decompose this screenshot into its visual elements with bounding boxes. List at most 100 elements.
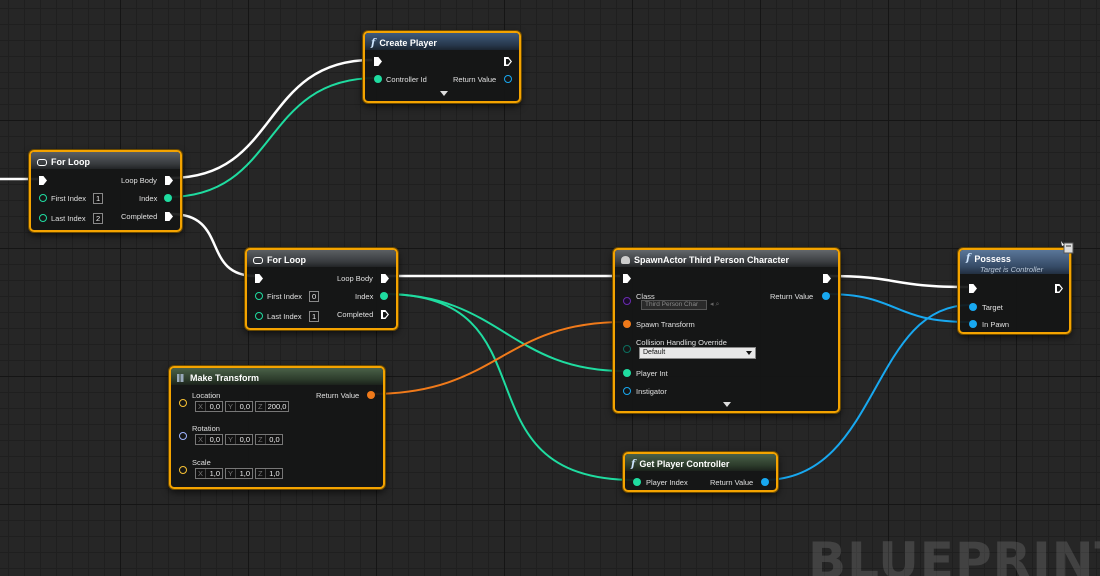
target-label: Target	[982, 303, 1003, 312]
make-transform-header[interactable]: Make Transform	[171, 368, 383, 385]
scale-y-field[interactable]: Y 1,0	[225, 468, 254, 479]
expand-arrow-icon[interactable]	[440, 91, 448, 96]
macro-loop-icon	[37, 158, 47, 166]
exec-wire-completed-to-forloop2	[170, 212, 257, 278]
possess-header[interactable]: f Possess Target is Controller	[960, 250, 1069, 274]
return-value-pin[interactable]	[761, 478, 769, 486]
create-player-header[interactable]: f Create Player	[365, 33, 519, 50]
location-vector[interactable]: X 0,0 Y 0,0 Z 200,0	[195, 401, 290, 412]
collision-pin[interactable]	[623, 345, 631, 353]
location-y-field[interactable]: Y 0,0	[225, 401, 254, 412]
last-index-pin[interactable]	[255, 312, 263, 320]
scale-z-field[interactable]: Z 1,0	[255, 468, 283, 479]
target-pin[interactable]	[969, 303, 977, 311]
scale-pin[interactable]	[179, 466, 187, 474]
completed-label: Completed	[337, 310, 374, 319]
last-index-pin[interactable]	[39, 214, 47, 222]
player-int-pin[interactable]	[623, 369, 631, 377]
possess-node[interactable]: f Possess Target is Controller Target In…	[958, 248, 1071, 334]
collision-label: Collision Handling Override	[636, 338, 727, 347]
axis-z-label: Z	[256, 435, 266, 444]
exec-in-pin[interactable]	[255, 274, 263, 283]
get-player-controller-header[interactable]: f Get Player Controller	[625, 454, 776, 471]
for-loop-header[interactable]: For Loop	[31, 152, 180, 169]
index-pin[interactable]	[380, 292, 388, 300]
for-loop-node-2[interactable]: For Loop Loop Body First Index 0 Index L…	[245, 248, 398, 330]
completed-label: Completed	[121, 212, 158, 221]
first-index-pin[interactable]	[255, 292, 263, 300]
scale-vector[interactable]: X 1,0 Y 1,0 Z 1,0	[195, 468, 283, 479]
return-value-pin[interactable]	[822, 292, 830, 300]
collision-value: Default	[643, 349, 666, 356]
return-value-label: Return Value	[316, 391, 360, 400]
instigator-pin[interactable]	[623, 387, 631, 395]
rotation-z-value: 0,0	[269, 435, 280, 444]
location-pin[interactable]	[179, 399, 187, 407]
controller-id-label: Controller Id	[386, 75, 427, 84]
blueprint-watermark: BLUEPRINT	[808, 532, 1100, 576]
rotation-x-value: 0,0	[209, 435, 221, 444]
make-transform-node[interactable]: Make Transform Location X 0,0 Y 0,0 Z 200,0…	[169, 366, 385, 489]
rotation-label: Rotation	[192, 424, 220, 433]
spawn-actor-header[interactable]: SpawnActor Third Person Character	[615, 250, 838, 267]
exec-wire-spawn-to-possess	[827, 274, 969, 289]
rotation-x-field[interactable]: X 0,0	[195, 434, 224, 445]
in-pawn-pin[interactable]	[969, 320, 977, 328]
for-loop-node-1[interactable]: For Loop Loop Body First Index 1 Index L…	[29, 150, 182, 232]
completed-pin[interactable]	[381, 310, 389, 319]
for-loop-header[interactable]: For Loop	[247, 250, 396, 267]
rotation-y-field[interactable]: Y 0,0	[225, 434, 254, 445]
first-index-pin[interactable]	[39, 194, 47, 202]
exec-in-pin[interactable]	[39, 176, 47, 185]
return-value-pin[interactable]	[504, 75, 512, 83]
class-pin[interactable]	[623, 297, 631, 305]
exec-wire-loopbody-to-createplayer	[170, 58, 373, 180]
spawn-icon	[621, 256, 630, 264]
node-title: Possess	[974, 253, 1011, 264]
create-player-node[interactable]: f Create Player Controller Id Return Val…	[363, 31, 521, 103]
class-use-icon[interactable]: ◂ ⌕	[710, 300, 719, 309]
exec-in-pin[interactable]	[969, 284, 977, 293]
return-value-pin[interactable]	[367, 391, 375, 399]
return-value-label: Return Value	[453, 75, 497, 84]
return-value-label: Return Value	[710, 478, 754, 487]
collision-dropdown[interactable]: Default	[639, 347, 756, 359]
controller-id-pin[interactable]	[374, 75, 382, 83]
rotation-z-field[interactable]: Z 0,0	[255, 434, 283, 445]
rotation-vector[interactable]: X 0,0 Y 0,0 Z 0,0	[195, 434, 283, 445]
first-index-label: First Index	[51, 194, 87, 203]
completed-pin[interactable]	[165, 212, 173, 221]
struct-wire-transform-to-spawn	[369, 321, 625, 395]
axis-y-label: Y	[226, 469, 237, 478]
exec-out-pin[interactable]	[1055, 284, 1063, 293]
axis-y-label: Y	[226, 402, 237, 411]
last-index-label: Last Index	[51, 214, 86, 223]
node-title: For Loop	[267, 255, 306, 265]
first-index-field[interactable]: 1	[93, 193, 104, 204]
index-label: Index	[139, 194, 158, 203]
rotation-pin[interactable]	[179, 432, 187, 440]
axis-z-label: Z	[256, 402, 266, 411]
location-z-field[interactable]: Z 200,0	[255, 401, 290, 412]
class-select[interactable]: Third Person Char	[641, 300, 707, 310]
expand-arrow-icon[interactable]	[723, 402, 731, 407]
loop-body-pin[interactable]	[381, 274, 389, 283]
exec-out-pin[interactable]	[823, 274, 831, 283]
exec-in-pin[interactable]	[623, 274, 631, 283]
return-value-label: Return Value	[770, 292, 814, 301]
loop-body-pin[interactable]	[165, 176, 173, 185]
spawn-transform-pin[interactable]	[623, 320, 631, 328]
player-index-pin[interactable]	[633, 478, 641, 486]
scale-x-field[interactable]: X 1,0	[195, 468, 224, 479]
first-index-field[interactable]: 0	[309, 291, 320, 302]
exec-out-pin[interactable]	[504, 57, 512, 66]
get-player-controller-node[interactable]: f Get Player Controller Player Index Ret…	[623, 452, 778, 492]
exec-in-pin[interactable]	[374, 57, 382, 66]
last-index-field[interactable]: 1	[309, 311, 320, 322]
last-index-label: Last Index	[267, 312, 302, 321]
scale-x-value: 1,0	[209, 469, 221, 478]
last-index-field[interactable]: 2	[93, 213, 104, 224]
spawn-actor-node[interactable]: SpawnActor Third Person Character Class …	[613, 248, 840, 413]
index-pin[interactable]	[164, 194, 172, 202]
location-x-field[interactable]: X 0,0	[195, 401, 224, 412]
